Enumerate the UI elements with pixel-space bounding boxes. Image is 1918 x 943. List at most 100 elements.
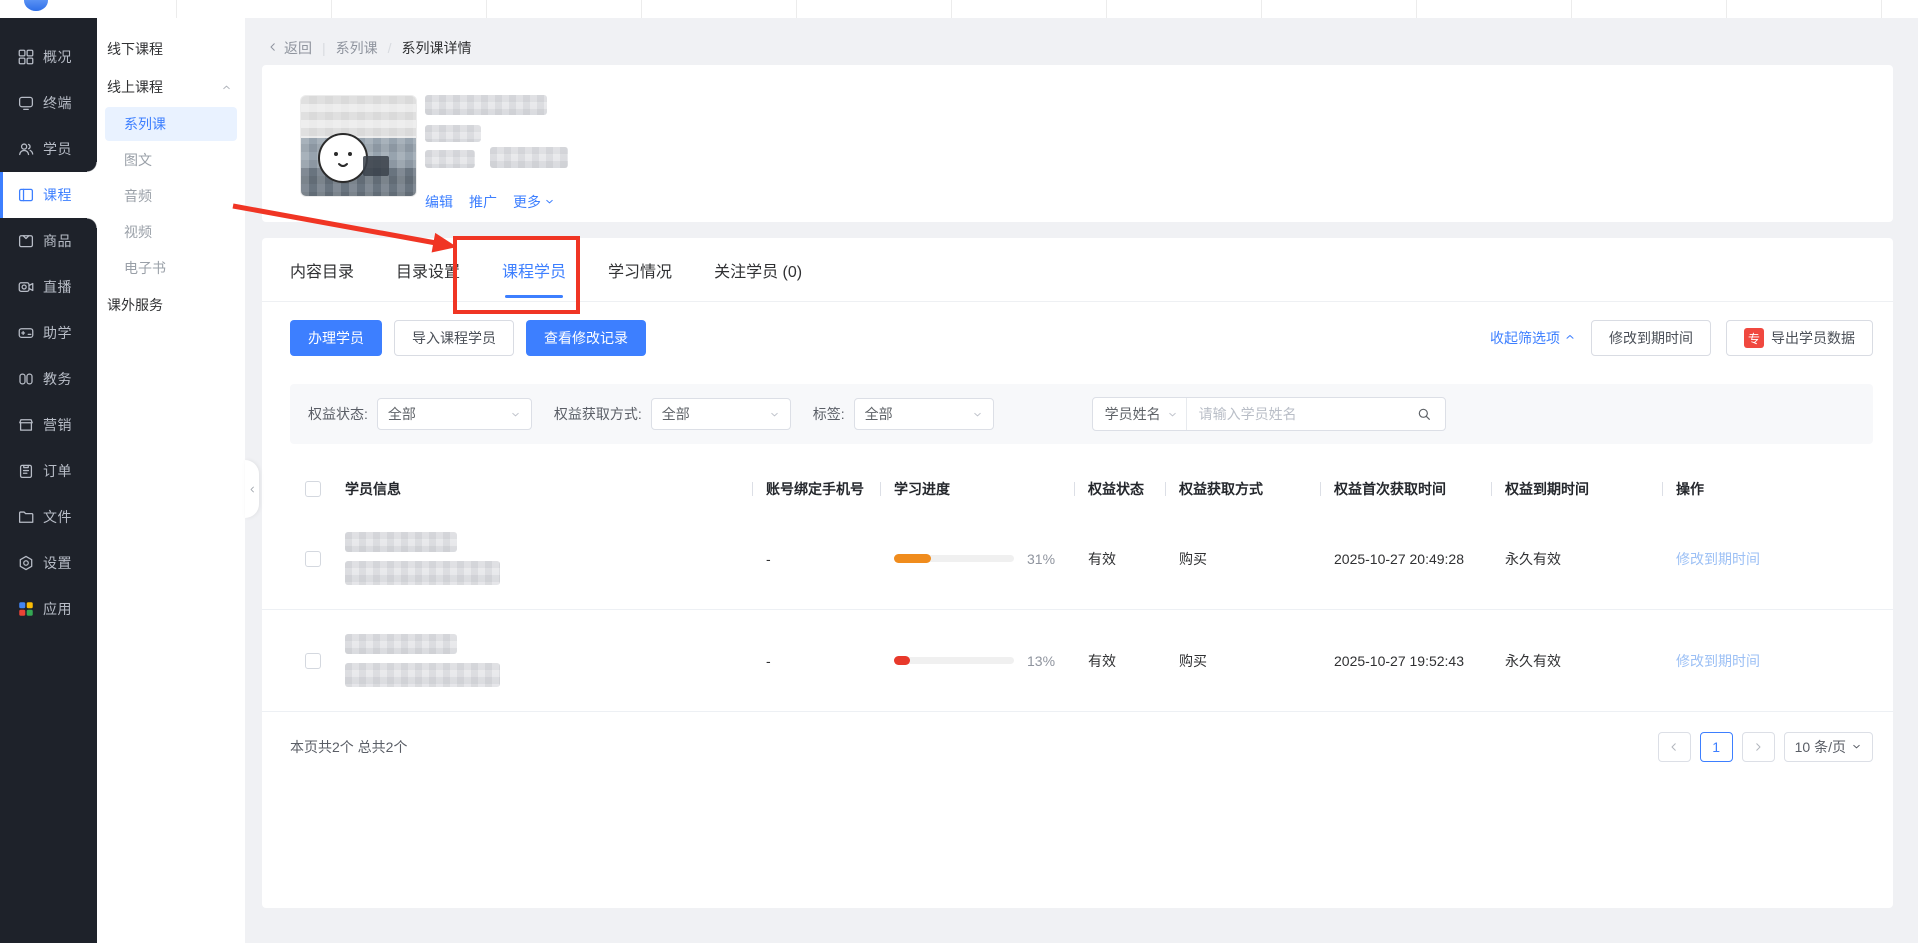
sidebar-item-orders[interactable]: 订单 [0,448,97,494]
phone-cell: - [766,551,894,567]
modify-expiry-link[interactable]: 修改到期时间 [1676,651,1893,671]
enroll-student-button[interactable]: 办理学员 [290,320,382,356]
row-checkbox[interactable] [305,551,321,567]
filter-tag: 标签:全部 [813,398,994,430]
submenu-item-series-course[interactable]: 系列课 [105,107,237,141]
collapse-filters-link[interactable]: 收起筛选项 [1490,328,1576,348]
page-size-select[interactable]: 10 条/页 [1784,732,1873,762]
tab-followed-students[interactable]: 关注学员 (0) [714,238,802,301]
more-link[interactable]: 更多 [513,192,555,212]
column-header: 权益获取方式 [1179,479,1334,499]
chevron-down-icon [1851,739,1862,755]
redacted-student-name [345,634,457,654]
top-bar [0,0,1918,18]
redacted-course-meta [425,150,475,168]
submenu-item-audio[interactable]: 音频 [97,178,245,214]
sidebar-item-terminal[interactable]: 终端 [0,80,97,126]
submenu-collapse-handle[interactable] [245,460,259,518]
sidebar-item-label: 助学 [43,323,72,343]
submenu-item-label: 课外服务 [107,295,163,315]
phone-cell: - [766,653,894,669]
tab-content-catalog[interactable]: 内容目录 [290,238,354,301]
sidebar-item-label: 应用 [43,599,72,619]
current-page-button[interactable]: 1 [1700,732,1733,762]
back-button[interactable]: 返回 [267,38,312,58]
sidebar-item-settings[interactable]: 设置 [0,540,97,586]
submenu-item-online-course[interactable]: 线上课程 [97,68,245,106]
gamepad-icon [17,324,35,342]
course-actions: 编辑推广更多 [425,192,555,212]
sidebar-item-label: 订单 [43,461,72,481]
filter-tag-select[interactable]: 全部 [854,398,994,430]
submenu-item-label: 音频 [124,186,152,206]
submenu-item-offline-course[interactable]: 线下课程 [97,30,245,68]
modify-expiry-link[interactable]: 修改到期时间 [1676,549,1893,569]
select-all-checkbox[interactable] [305,481,321,497]
student-search-group: 学员姓名 [1092,397,1446,431]
sidebar-item-students[interactable]: 学员 [0,126,97,172]
folder-icon [17,508,35,526]
sidebar-item-apps[interactable]: 应用 [0,586,97,632]
filter-benefit-status-select[interactable]: 全部 [377,398,532,430]
breadcrumb: 返回 | 系列课 / 系列课详情 [267,38,472,58]
breadcrumb-divider: | [322,40,326,56]
users-icon [17,140,35,158]
books-icon [17,370,35,388]
breadcrumb-parent[interactable]: 系列课 [336,38,378,58]
prev-page-button[interactable] [1658,732,1691,762]
edit-link[interactable]: 编辑 [425,192,453,212]
sidebar-item-marketing[interactable]: 营销 [0,402,97,448]
redacted-course-meta [490,147,568,168]
tab-course-students[interactable]: 课程学员 [502,238,566,301]
tab-study-status[interactable]: 学习情况 [608,238,672,301]
filter-benefit-method-select[interactable]: 全部 [651,398,791,430]
clipboard-icon [17,462,35,480]
sidebar-item-files[interactable]: 文件 [0,494,97,540]
row-count-summary: 本页共2个 总共2个 [290,737,407,757]
sidebar-item-live[interactable]: 直播 [0,264,97,310]
main-content: 返回 | 系列课 / 系列课详情 编辑推广更多 内容目录目录设置课程学员学习情况… [245,18,1918,943]
promote-label: 推广 [469,192,497,212]
table-footer: 本页共2个 总共2个 1 10 条/页 [290,712,1873,782]
sidebar-item-study-aid[interactable]: 助学 [0,310,97,356]
sidebar-item-label: 设置 [43,553,72,573]
progress-cell: 13% [894,653,1088,669]
table-row: -13%有效购买2025-10-27 19:52:43永久有效修改到期时间 [262,610,1893,712]
sidebar-item-label: 终端 [43,93,72,113]
filter-benefit-method: 权益获取方式:全部 [554,398,791,430]
submenu-item-extracurricular[interactable]: 课外服务 [97,286,245,324]
active-corner [87,162,97,172]
modify-expiry-button[interactable]: 修改到期时间 [1591,320,1711,356]
view-records-button[interactable]: 查看修改记录 [526,320,646,356]
student-info-cell [345,634,766,687]
column-header: 学习进度 [894,479,1088,499]
search-field-value: 学员姓名 [1105,404,1161,424]
export-students-button[interactable]: 专 导出学员数据 [1726,320,1873,356]
submenu-item-ebook[interactable]: 电子书 [97,250,245,286]
toolbar-right: 收起筛选项 修改到期时间 专 导出学员数据 [1490,320,1873,356]
submenu-item-graphic-text[interactable]: 图文 [97,142,245,178]
row-checkbox[interactable] [305,653,321,669]
sidebar-item-overview[interactable]: 概况 [0,34,97,80]
import-students-button[interactable]: 导入课程学员 [394,320,514,356]
search-input[interactable] [1187,406,1403,422]
sidebar-item-label: 课程 [43,185,72,205]
tab-catalog-settings[interactable]: 目录设置 [396,238,460,301]
promote-link[interactable]: 推广 [469,192,497,212]
sidebar-item-academic[interactable]: 教务 [0,356,97,402]
first-acquired-cell: 2025-10-27 19:52:43 [1334,653,1505,669]
grid-icon [17,48,35,66]
chevron-down-icon [544,194,555,210]
column-header: 操作 [1676,479,1893,499]
progress-label: 31% [1027,551,1055,567]
column-header: 学员信息 [345,479,766,499]
next-page-button[interactable] [1742,732,1775,762]
sidebar-item-courses[interactable]: 课程 [0,172,97,218]
table-body: -31%有效购买2025-10-27 20:49:28永久有效修改到期时间-13… [262,508,1893,712]
sidebar-item-label: 学员 [43,139,72,159]
sidebar-item-goods[interactable]: 商品 [0,218,97,264]
search-field-select[interactable]: 学员姓名 [1093,398,1187,430]
redacted-student-account [345,663,500,687]
submenu-item-video[interactable]: 视频 [97,214,245,250]
search-icon[interactable] [1403,406,1445,422]
